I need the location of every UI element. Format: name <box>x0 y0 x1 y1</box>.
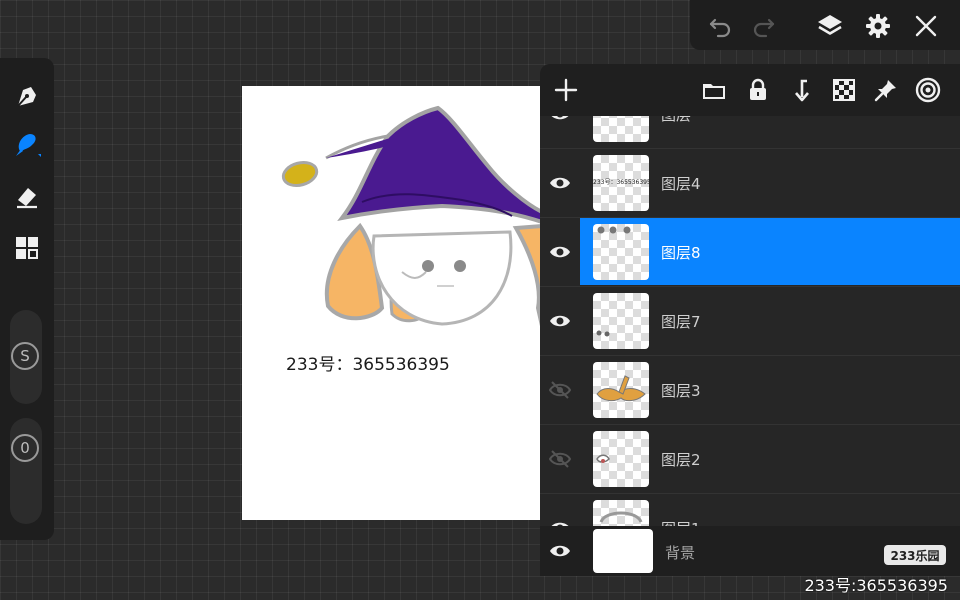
checker-icon[interactable] <box>830 76 858 104</box>
background-layer-name: 背景 <box>665 544 696 562</box>
folder-icon[interactable] <box>700 76 728 104</box>
gallery-grid-icon[interactable] <box>9 230 45 266</box>
eye-hidden-icon[interactable] <box>546 445 574 473</box>
eye-hidden-icon[interactable] <box>546 376 574 404</box>
drawing-canvas[interactable]: 233号：365536395 <box>242 86 542 520</box>
lock-icon[interactable] <box>744 76 772 104</box>
layer-name: 图层3 <box>661 382 701 400</box>
watermark-text: 233号:365536395 <box>804 576 948 595</box>
layer-name: 图层2 <box>661 451 701 469</box>
eye-icon[interactable] <box>546 514 574 526</box>
brand-badge: 233乐园 <box>884 545 946 565</box>
thumbnail-text: 233号：365536395 <box>593 179 649 186</box>
close-icon[interactable] <box>910 10 942 42</box>
eye-icon[interactable] <box>546 537 574 565</box>
layer-thumbnail <box>593 224 649 280</box>
layer-thumbnail <box>593 293 649 349</box>
layer-row[interactable]: 图层1 <box>540 493 960 526</box>
top-toolbar <box>690 0 960 50</box>
opacity-slider[interactable]: 0 <box>10 418 42 524</box>
layer-row[interactable]: 233号：365536395 图层4 <box>540 148 960 216</box>
pin-icon[interactable] <box>872 76 900 104</box>
eraser-icon[interactable] <box>9 178 45 214</box>
opacity-slider-knob[interactable]: 0 <box>11 434 39 462</box>
canvas-text: 233号：365536395 <box>286 355 450 375</box>
layers-icon[interactable] <box>814 10 846 42</box>
eye-icon[interactable] <box>546 116 574 128</box>
target-icon[interactable] <box>914 76 942 104</box>
layer-thumbnail <box>593 362 649 418</box>
layer-thumbnail <box>593 431 649 487</box>
eye-icon[interactable] <box>546 169 574 197</box>
layer-name: 图层4 <box>661 175 701 193</box>
eye-icon[interactable] <box>546 238 574 266</box>
pen-icon[interactable] <box>9 78 45 114</box>
settings-icon[interactable] <box>862 10 894 42</box>
add-icon[interactable] <box>552 76 580 104</box>
layer-thumbnail <box>593 116 649 142</box>
layer-row-selected[interactable]: 图层8 <box>540 217 960 285</box>
merge-down-icon[interactable] <box>788 76 816 104</box>
layer-thumbnail <box>593 500 649 526</box>
brush-icon[interactable] <box>9 126 45 162</box>
left-toolbar: S 0 <box>0 58 54 540</box>
redo-icon[interactable] <box>748 10 780 42</box>
layer-name: 图层1 <box>661 518 701 526</box>
layers-toolbar <box>540 64 960 116</box>
layers-panel: 图层 233号：365536395 图层4 图层8 图层7 图层3 <box>540 64 960 576</box>
background-thumbnail <box>593 529 653 573</box>
eye-icon[interactable] <box>546 307 574 335</box>
character-drawing <box>281 105 542 327</box>
layer-name: 图层8 <box>661 244 701 262</box>
layer-list: 图层 233号：365536395 图层4 图层8 图层7 图层3 <box>540 116 960 526</box>
layer-row[interactable]: 图层2 <box>540 424 960 492</box>
layer-row[interactable]: 图层7 <box>540 286 960 354</box>
size-slider-knob[interactable]: S <box>11 342 39 370</box>
layer-name: 图层 <box>661 116 691 125</box>
undo-icon[interactable] <box>704 10 736 42</box>
size-slider[interactable]: S <box>10 310 42 404</box>
layer-name: 图层7 <box>661 313 701 331</box>
layer-row[interactable]: 图层3 <box>540 355 960 423</box>
layer-thumbnail: 233号：365536395 <box>593 155 649 211</box>
layer-row[interactable]: 图层 <box>540 116 960 147</box>
